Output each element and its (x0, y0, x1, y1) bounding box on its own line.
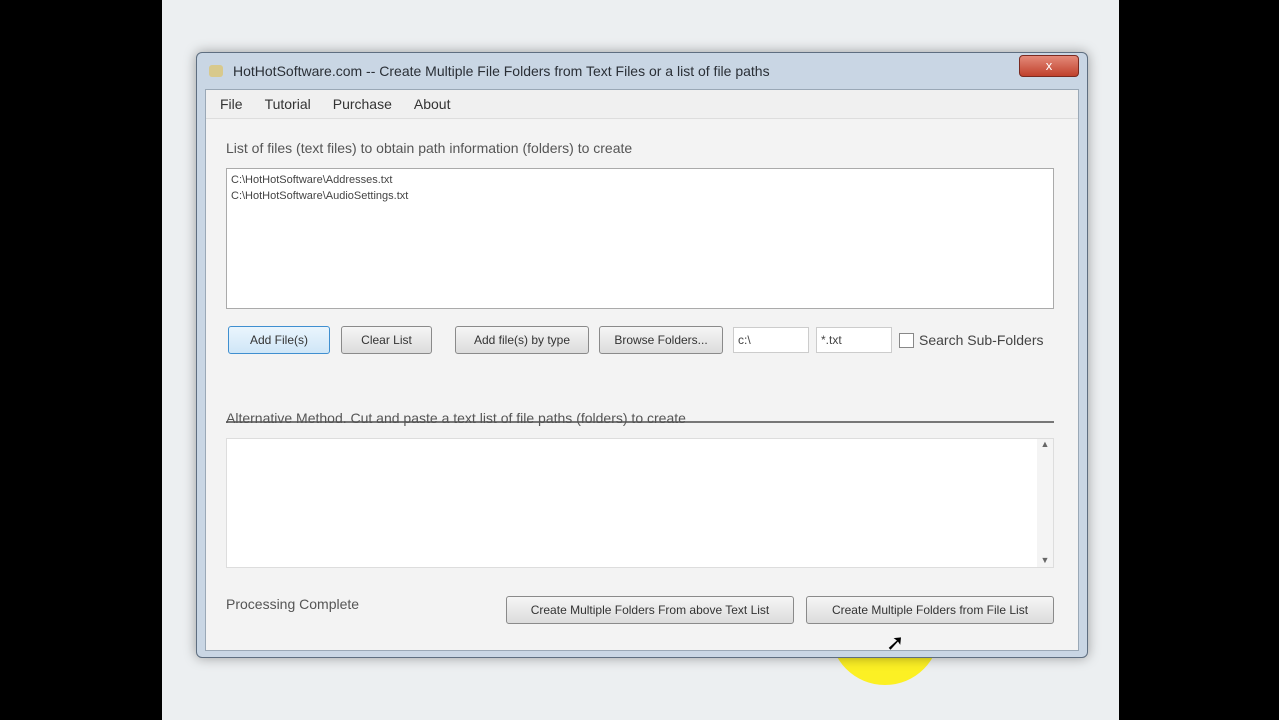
folder-input[interactable]: c:\ (733, 327, 809, 353)
scrollbar[interactable]: ▲ ▼ (1037, 439, 1053, 567)
paths-textarea[interactable]: ▲ ▼ (226, 438, 1054, 568)
menu-purchase[interactable]: Purchase (333, 96, 392, 112)
status-text: Processing Complete (226, 596, 360, 612)
window-title: HotHotSoftware.com -- Create Multiple Fi… (233, 63, 770, 79)
add-by-type-button[interactable]: Add file(s) by type (455, 326, 589, 354)
menu-file[interactable]: File (220, 96, 243, 112)
client-area: File Tutorial Purchase About List of fil… (205, 89, 1079, 651)
app-window: HotHotSoftware.com -- Create Multiple Fi… (196, 52, 1088, 658)
clear-list-button[interactable]: Clear List (341, 326, 432, 354)
pattern-input[interactable]: *.txt (816, 327, 892, 353)
create-from-text-button[interactable]: Create Multiple Folders From above Text … (506, 596, 794, 624)
list-item[interactable]: C:\HotHotSoftware\AudioSettings.txt (227, 188, 1053, 204)
list-item[interactable]: C:\HotHotSoftware\Addresses.txt (227, 172, 1053, 188)
add-files-button[interactable]: Add File(s) (228, 326, 330, 354)
close-button[interactable]: x (1019, 55, 1079, 77)
menu-bar: File Tutorial Purchase About (206, 90, 1078, 119)
mouse-cursor-icon: ➚ (886, 630, 905, 655)
menu-about[interactable]: About (414, 96, 451, 112)
app-icon (209, 65, 223, 77)
alt-label: Alternative Method. Cut and paste a text… (226, 410, 686, 426)
checkbox-icon[interactable] (899, 332, 914, 348)
file-list[interactable]: C:\HotHotSoftware\Addresses.txt C:\HotHo… (226, 168, 1054, 309)
files-label: List of files (text files) to obtain pat… (226, 140, 633, 156)
browse-folders-button[interactable]: Browse Folders... (599, 326, 723, 354)
search-subfolders-label: Search Sub-Folders (919, 332, 1044, 348)
create-from-file-button[interactable]: Create Multiple Folders from File List (806, 596, 1054, 624)
menu-tutorial[interactable]: Tutorial (265, 96, 311, 112)
search-subfolders-checkbox[interactable]: Search Sub-Folders (899, 332, 1044, 348)
